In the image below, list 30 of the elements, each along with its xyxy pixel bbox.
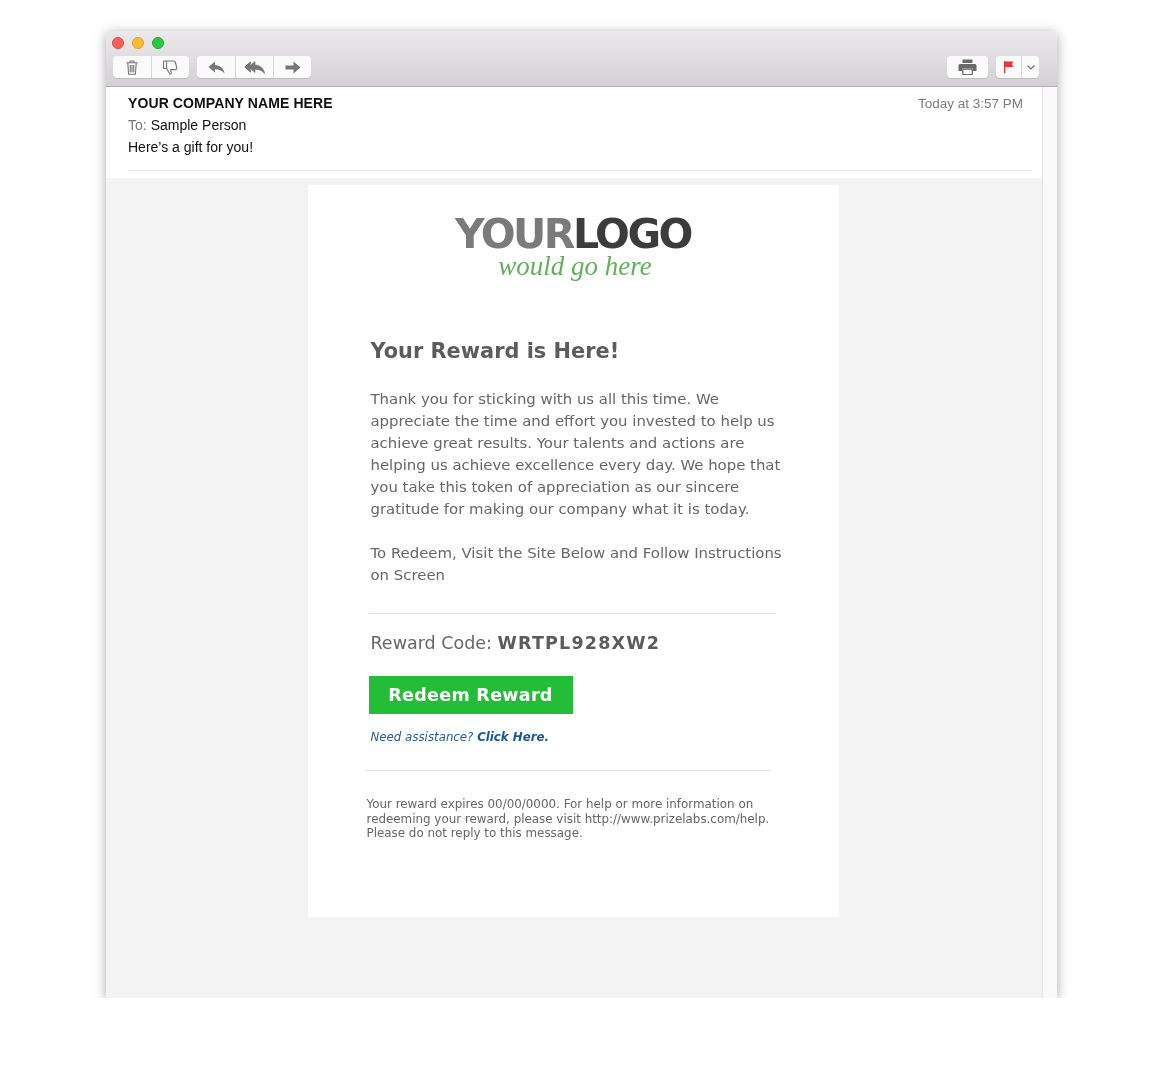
reply-all-button[interactable] <box>235 56 273 78</box>
message-date: Today at 3:57 PM <box>917 95 1023 113</box>
to-label: To: <box>128 116 147 135</box>
footer-text: Your reward expires 00/00/0000. For help or more information on redeeming your reward, please visit http://www.prizelabs.com/help. Please do not reply to this message. <box>366 797 771 841</box>
body-paragraph: To Redeem, Visit the Site Below and Follow Instructions on Screen <box>370 543 783 586</box>
close-button[interactable] <box>112 37 124 49</box>
zoom-button[interactable] <box>152 37 164 49</box>
junk-button[interactable] <box>151 56 189 78</box>
subject-line: Here’s a gift for you! <box>128 138 254 157</box>
reply-button[interactable] <box>197 56 235 78</box>
thumbs-down-icon <box>163 59 178 75</box>
body-paragraph: Thank you for sticking with us all this time. We appreciate the time and effort you invested to help us achieve great results. Your talents and actions are helping us achieve excellence every day. We hope that you take this token of appreciation as our sincere gratitude for making our company what it is today. <box>370 389 782 520</box>
right-arrow-icon <box>284 60 301 74</box>
trash-icon <box>126 59 138 75</box>
recipient-name: Sample Person <box>150 116 247 135</box>
double-arrow-icon <box>244 60 265 74</box>
flag-button[interactable] <box>996 56 1021 78</box>
printer-icon <box>958 59 977 75</box>
help-link[interactable]: Click Here. <box>477 730 549 744</box>
reward-code-text: Reward Code: WRTPL928XW2 <box>370 632 662 655</box>
chevron-down-icon <box>1026 64 1035 70</box>
assistance-text: Need assistance? <box>370 730 475 744</box>
sender-name: YOUR COMPANY NAME HERE <box>128 94 333 113</box>
delete-button[interactable] <box>113 56 151 78</box>
email-heading: Your Reward is Here! <box>370 338 621 364</box>
scroll-track[interactable] <box>1042 87 1057 998</box>
print-button[interactable] <box>947 56 988 78</box>
reply-arrow-icon <box>207 60 225 74</box>
flag-icon <box>1003 61 1014 73</box>
forward-button[interactable] <box>273 56 311 78</box>
